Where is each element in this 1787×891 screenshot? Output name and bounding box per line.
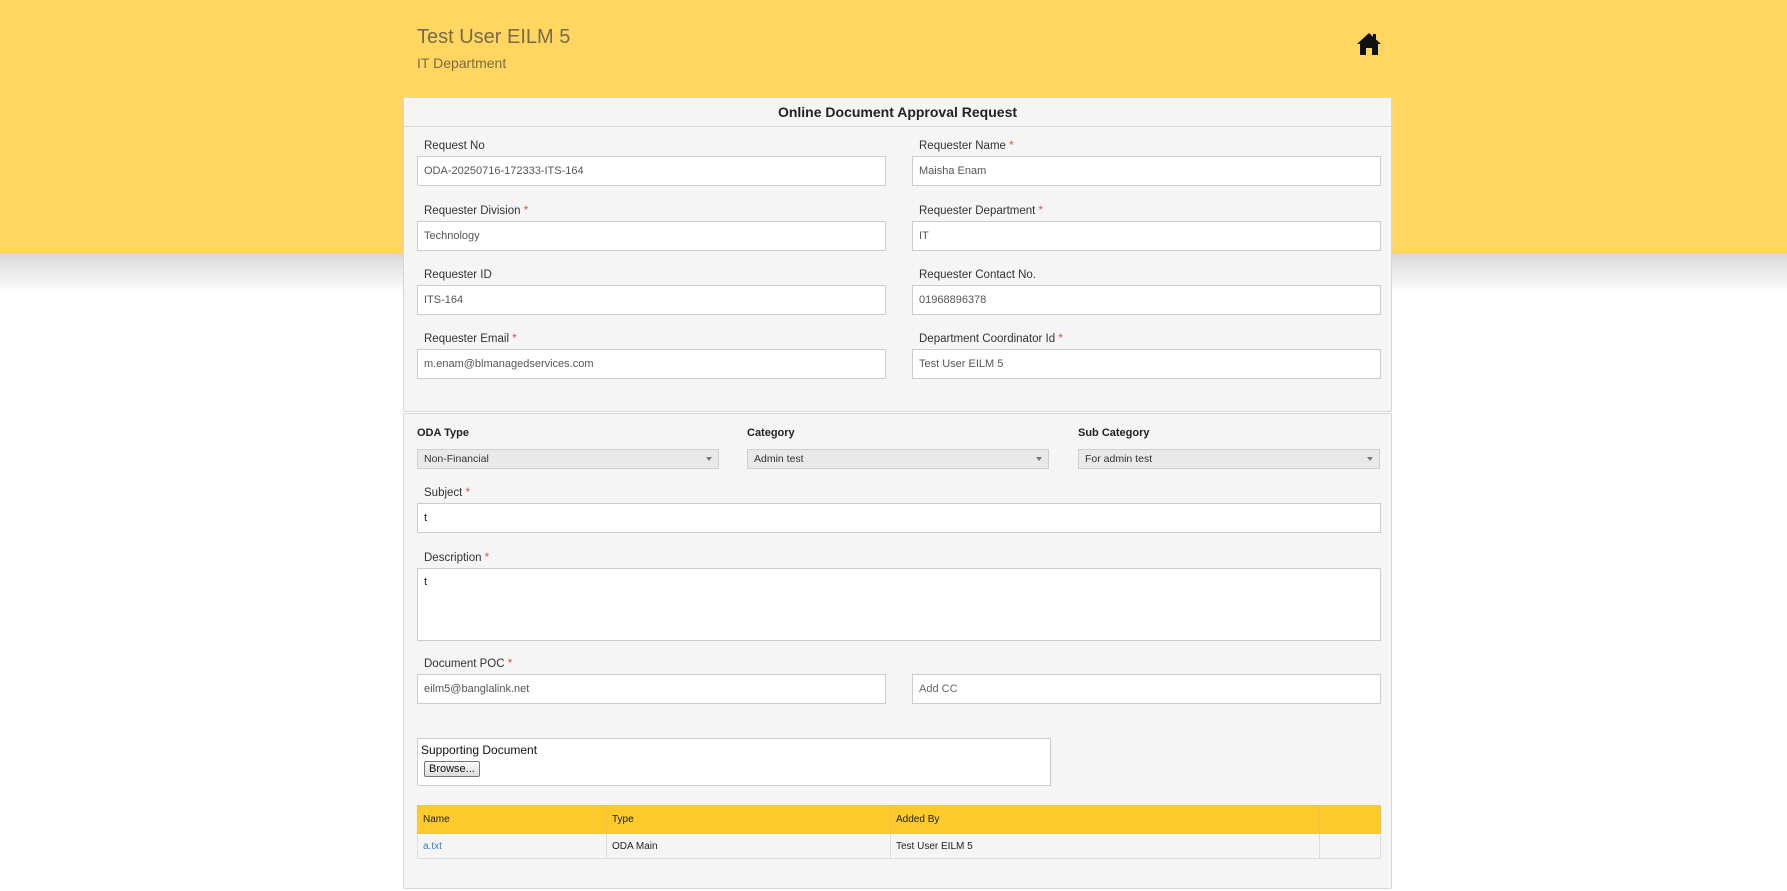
column-header-name: Name <box>417 805 607 834</box>
oda-type-label: ODA Type <box>417 427 469 439</box>
subject-field[interactable]: t <box>417 503 1381 533</box>
requester-division-field[interactable]: Technology <box>417 221 886 251</box>
description-textarea[interactable]: t <box>417 568 1381 641</box>
dept-coordinator-field[interactable]: Test User EILM 5 <box>912 349 1381 379</box>
requester-id-label: Requester ID <box>424 269 492 281</box>
user-name: Test User EILM 5 <box>417 26 571 48</box>
request-no-field[interactable]: ODA-20250716-172333-ITS-164 <box>417 156 886 186</box>
add-cc-input[interactable]: Add CC <box>912 674 1381 704</box>
document-action-cell <box>1319 833 1381 859</box>
requester-info-panel: Online Document Approval Request Request… <box>403 97 1392 412</box>
documents-table: Name Type Added By a.txt ODA Main Test U… <box>417 805 1381 859</box>
sub-category-value: For admin test <box>1085 453 1153 465</box>
required-mark: * <box>1038 205 1044 217</box>
dept-coordinator-label: Department Coordinator Id * <box>919 333 1063 345</box>
requester-department-field[interactable]: IT <box>912 221 1381 251</box>
dropdown-caret-icon <box>1036 457 1042 461</box>
dropdown-caret-icon <box>1367 457 1373 461</box>
request-no-label: Request No <box>424 140 485 152</box>
document-name-cell: a.txt <box>417 833 607 859</box>
oda-details-panel: ODA Type Non-Financial Category Admin te… <box>403 413 1392 889</box>
document-added-by-cell: Test User EILM 5 <box>890 833 1320 859</box>
requester-contact-label: Requester Contact No. <box>919 269 1036 281</box>
required-mark: * <box>465 487 471 499</box>
category-value: Admin test <box>754 453 804 465</box>
requester-division-label: Requester Division * <box>424 205 529 217</box>
oda-type-select[interactable]: Non-Financial <box>417 449 719 469</box>
category-select[interactable]: Admin test <box>747 449 1049 469</box>
home-icon[interactable] <box>1356 32 1382 56</box>
column-header-action <box>1319 805 1381 834</box>
column-header-added-by: Added By <box>890 805 1320 834</box>
required-mark: * <box>484 552 490 564</box>
requester-department-label: Requester Department * <box>919 205 1044 217</box>
requester-email-label: Requester Email * <box>424 333 517 345</box>
requester-name-field[interactable]: Maisha Enam <box>912 156 1381 186</box>
requester-contact-field[interactable]: 01968896378 <box>912 285 1381 315</box>
subject-label: Subject * <box>424 487 471 499</box>
document-link[interactable]: a.txt <box>423 841 442 852</box>
table-row: a.txt ODA Main Test User EILM 5 <box>417 833 1381 859</box>
category-label: Category <box>747 427 795 439</box>
sub-category-label: Sub Category <box>1078 427 1150 439</box>
document-poc-label: Document POC * <box>424 658 513 670</box>
browse-button[interactable]: Browse... <box>424 761 480 777</box>
requester-name-label: Requester Name * <box>919 140 1014 152</box>
requester-email-field[interactable]: m.enam@blmanagedservices.com <box>417 349 886 379</box>
document-type-cell: ODA Main <box>606 833 891 859</box>
sub-category-select[interactable]: For admin test <box>1078 449 1380 469</box>
column-header-type: Type <box>606 805 891 834</box>
supporting-document-label: Supporting Document <box>421 743 538 757</box>
form-title: Online Document Approval Request <box>404 98 1391 127</box>
description-label: Description * <box>424 552 490 564</box>
requester-id-field[interactable]: ITS-164 <box>417 285 886 315</box>
dropdown-caret-icon <box>706 457 712 461</box>
required-mark: * <box>507 658 513 670</box>
oda-type-value: Non-Financial <box>424 453 489 465</box>
required-mark: * <box>523 205 529 217</box>
supporting-document-box: Supporting Document Browse... <box>417 738 1051 786</box>
required-mark: * <box>512 333 517 345</box>
required-mark: * <box>1058 333 1063 345</box>
required-mark: * <box>1009 140 1014 152</box>
department-name: IT Department <box>417 55 507 71</box>
document-poc-field[interactable]: eilm5@banglalink.net <box>417 674 886 704</box>
table-header-row: Name Type Added By <box>417 805 1381 834</box>
